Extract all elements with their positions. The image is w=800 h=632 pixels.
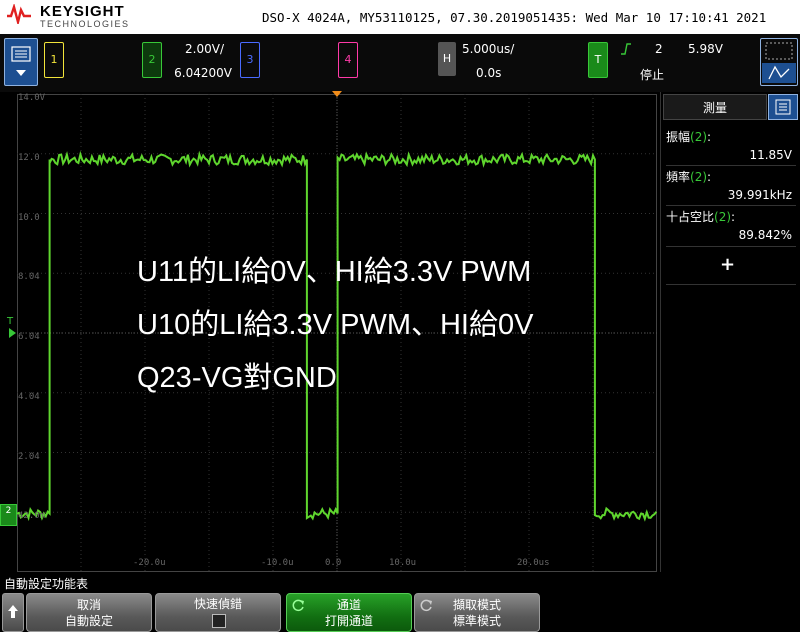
back-button[interactable] [2, 593, 24, 632]
y-axis-label: 14.0V [18, 93, 46, 103]
measurement-panel [660, 92, 800, 572]
annotation-line-3: Q23-VG對GND [137, 362, 337, 394]
x-axis-label: 10.0u [389, 558, 417, 568]
up-arrow-icon [8, 605, 18, 618]
divider [666, 284, 796, 285]
softkey-2-line1: 快速偵錯 [193, 597, 242, 611]
horizontal-button[interactable]: H [438, 42, 456, 76]
measure-2-value: 39.991kHz [727, 188, 792, 202]
measure-tab[interactable]: 測量 [663, 94, 767, 120]
timebase-value: 5.000us/ [462, 42, 515, 56]
device-info: DSO-X 4024A, MY53110125, 07.30.201905143… [262, 10, 767, 25]
channel-2-ground-marker[interactable]: 2 [0, 504, 17, 526]
softkey-menu-title: 自動設定功能表 [4, 577, 89, 591]
measure-title: 測量 [702, 101, 727, 115]
trigger-level-label: T [7, 316, 14, 327]
divider [666, 246, 796, 247]
y-axis-label: 6.04 [18, 332, 40, 342]
annotation-line-2: U10的LI給3.3V PWM、HI給0V [137, 309, 534, 341]
channel-2-offset: 6.04200V [174, 66, 232, 80]
y-axis-label: 2.04 [18, 451, 40, 462]
annotation-line-1: U11的LI給0V、HI給3.3V PWM [137, 256, 532, 288]
x-axis-label: -20.0u [133, 558, 166, 568]
trigger-level: 5.98V [688, 42, 723, 56]
run-state: 停止 [640, 68, 665, 82]
measure-list-button[interactable] [768, 94, 798, 120]
trigger-source: 2 [655, 42, 663, 56]
softkey-channels[interactable]: 通道 打開通道 [286, 593, 412, 632]
softkey-1-line1: 取消 [76, 598, 101, 612]
touch-mode-button[interactable] [760, 38, 798, 86]
y-axis-label: 10.0 [18, 212, 40, 223]
x-axis-label: 0.0 [325, 558, 342, 568]
trigger-arrow-icon [9, 328, 16, 338]
x-axis-label: -10.0u [261, 558, 294, 568]
softkey-cancel-autoscale[interactable]: 取消 自動設定 [26, 593, 152, 632]
brand-name: KEYSIGHT [40, 3, 125, 20]
add-measurement-button[interactable]: + [720, 254, 735, 275]
measure-2-name: 頻率 [666, 170, 691, 184]
horizontal-position: 0.0s [476, 66, 502, 80]
measure-1-name: 振幅 [666, 130, 691, 144]
measure-1-label: 振幅(2): [666, 130, 712, 144]
softkey-3-line2: 打開通道 [324, 614, 373, 628]
main-menu-button[interactable] [4, 38, 38, 86]
softkey-3-line1: 通道 [336, 598, 361, 612]
ground-marker-label: 2 [5, 506, 12, 516]
measure-3-name: 十占空比 [666, 210, 715, 224]
softkey-acquire-mode[interactable]: 擷取模式 標準模式 [414, 593, 540, 632]
trigger-level-marker: T [7, 316, 13, 327]
y-axis-label: 12.0 [18, 152, 40, 163]
measure-2-label: 頻率(2): [666, 170, 712, 184]
divider [666, 205, 796, 206]
y-axis-label: 8.04 [18, 272, 40, 283]
control-bar [0, 34, 800, 92]
channel-4-button[interactable]: 4 [338, 42, 358, 78]
measure-3-value: 89.842% [738, 228, 792, 242]
softkey-fast-debug[interactable]: 快速偵錯 [155, 593, 281, 632]
measure-3-label: 十占空比(2): [666, 210, 736, 224]
channel-3-button[interactable]: 3 [240, 42, 260, 78]
rising-edge-icon [621, 43, 631, 55]
list-icon [775, 99, 791, 115]
y-axis-label: 42.0m [18, 511, 46, 522]
menu-icon [11, 46, 31, 76]
measure-3-channel: (2) [714, 210, 732, 224]
trigger-position-marker-icon [332, 91, 342, 97]
channel-1-button[interactable]: 1 [44, 42, 64, 78]
divider [666, 165, 796, 166]
measure-1-channel: (2) [690, 130, 708, 144]
keysight-logo-icon [7, 4, 31, 24]
softkey-4-line2: 標準模式 [452, 614, 501, 628]
y-axis-label: 4.04 [18, 391, 40, 402]
trigger-button[interactable]: T [588, 42, 608, 78]
x-axis-label: 20.0us [517, 558, 550, 568]
channel-2-button[interactable]: 2 [142, 42, 162, 78]
softkey-1-line2: 自動設定 [64, 614, 113, 628]
zoom-box-icon [762, 42, 796, 83]
channel-2-scale: 2.00V/ [185, 42, 224, 56]
fast-debug-checkbox[interactable] [212, 614, 226, 628]
measure-1-value: 11.85V [749, 148, 792, 162]
measure-2-channel: (2) [690, 170, 708, 184]
brand-subtitle: TECHNOLOGIES [40, 19, 130, 29]
softkey-4-line1: 擷取模式 [452, 598, 501, 612]
